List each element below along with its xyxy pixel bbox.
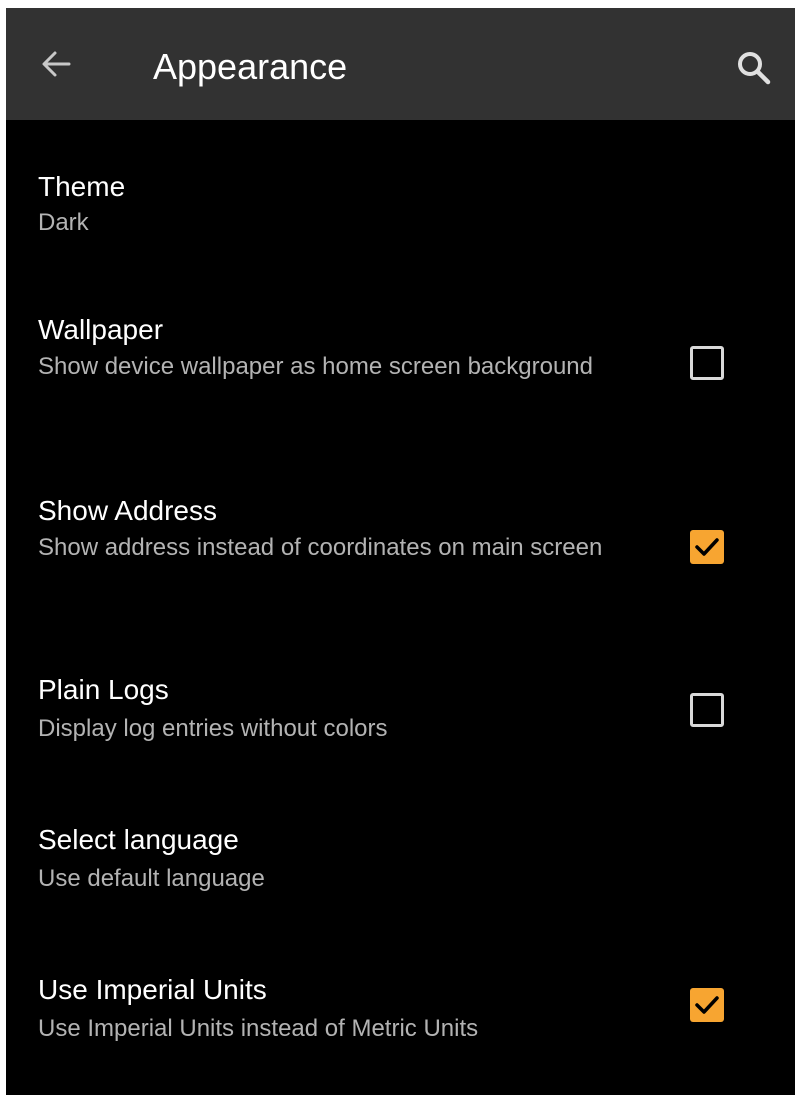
pref-summary: Use Imperial Units instead of Metric Uni…: [38, 1015, 479, 1042]
pref-summary: Use default language: [38, 865, 265, 892]
pref-show-address[interactable]: Show Address Show address instead of coo…: [6, 473, 795, 623]
pref-theme[interactable]: Theme Dark: [6, 138, 795, 258]
pref-summary: Dark: [38, 209, 89, 236]
checkmark-icon: [695, 996, 719, 1014]
pref-imperial-units[interactable]: Use Imperial Units Use Imperial Units in…: [6, 958, 795, 1078]
pref-title: Plain Logs: [38, 674, 169, 705]
search-icon: [738, 52, 771, 85]
app-toolbar: Appearance: [6, 8, 795, 120]
pref-plain-logs[interactable]: Plain Logs Display log entries without c…: [6, 658, 795, 778]
pref-title: Wallpaper: [38, 314, 164, 345]
arrow-back-icon: [42, 51, 71, 77]
wallpaper-checkbox[interactable]: [690, 346, 724, 380]
pref-wallpaper[interactable]: Wallpaper Show device wallpaper as home …: [6, 288, 795, 438]
page-title: Appearance: [153, 46, 348, 87]
pref-summary: Display log entries without colors: [38, 715, 388, 742]
pref-summary: Show address instead of coordinates on m…: [38, 534, 603, 561]
search-button[interactable]: [734, 48, 774, 88]
imperial-units-checkbox[interactable]: [690, 988, 724, 1022]
pref-title: Use Imperial Units: [38, 974, 267, 1005]
pref-title: Select language: [38, 824, 239, 855]
back-button[interactable]: [36, 44, 76, 84]
checkmark-icon: [695, 538, 719, 556]
pref-select-language[interactable]: Select language Use default language: [6, 808, 795, 928]
pref-title: Show Address: [38, 495, 217, 526]
plain-logs-checkbox[interactable]: [690, 693, 724, 727]
pref-title: Theme: [38, 171, 126, 202]
pref-summary: Show device wallpaper as home screen bac…: [38, 353, 593, 380]
settings-screen: Appearance Theme Dark Wallpaper Show dev…: [6, 8, 795, 1095]
show-address-checkbox[interactable]: [690, 530, 724, 564]
